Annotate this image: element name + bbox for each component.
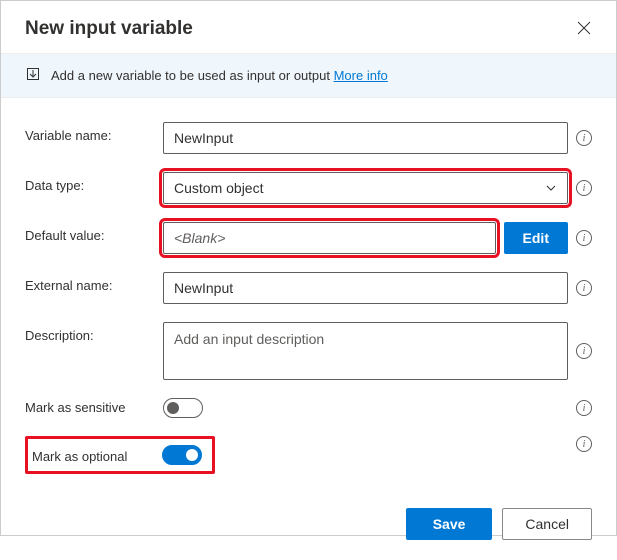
close-icon: [577, 21, 591, 38]
data-type-label: Data type:: [25, 172, 155, 193]
row-mark-sensitive: Mark as sensitive i: [25, 398, 592, 418]
data-type-select[interactable]: Custom object: [163, 172, 568, 204]
mark-sensitive-label: Mark as sensitive: [25, 398, 155, 415]
dialog-header: New input variable: [1, 1, 616, 53]
mark-sensitive-toggle[interactable]: [163, 398, 203, 418]
info-icon[interactable]: i: [576, 400, 592, 416]
row-data-type: Data type: Custom object i: [25, 172, 592, 204]
external-name-input[interactable]: [163, 272, 568, 304]
download-icon: [25, 66, 41, 85]
variable-name-label: Variable name:: [25, 122, 155, 143]
description-label: Description:: [25, 322, 155, 343]
row-variable-name: Variable name: i: [25, 122, 592, 154]
close-button[interactable]: [572, 17, 596, 41]
default-value-label: Default value:: [25, 222, 155, 243]
dialog-title: New input variable: [25, 18, 193, 40]
more-info-link[interactable]: More info: [334, 68, 388, 83]
save-button[interactable]: Save: [406, 508, 493, 540]
data-type-value: Custom object: [174, 180, 263, 196]
info-icon[interactable]: i: [576, 280, 592, 296]
info-bar: Add a new variable to be used as input o…: [1, 53, 616, 98]
row-default-value: Default value: Edit i: [25, 222, 592, 254]
form-body: Variable name: i Data type: Custom objec…: [1, 98, 616, 492]
row-mark-optional: Mark as optional i: [25, 436, 592, 474]
info-bar-message: Add a new variable to be used as input o…: [51, 68, 334, 83]
info-icon[interactable]: i: [576, 436, 592, 452]
row-external-name: External name: i: [25, 272, 592, 304]
mark-optional-highlight: Mark as optional: [25, 436, 215, 474]
info-icon[interactable]: i: [576, 230, 592, 246]
new-input-variable-dialog: New input variable Add a new variable to…: [0, 0, 617, 536]
dialog-footer: Save Cancel: [1, 492, 616, 560]
default-value-input[interactable]: [163, 222, 496, 254]
info-icon[interactable]: i: [576, 343, 592, 359]
row-description: Description: i: [25, 322, 592, 380]
external-name-label: External name:: [25, 272, 155, 293]
info-icon[interactable]: i: [576, 180, 592, 196]
edit-default-value-button[interactable]: Edit: [504, 222, 568, 254]
variable-name-input[interactable]: [163, 122, 568, 154]
mark-optional-toggle[interactable]: [162, 445, 202, 465]
info-icon[interactable]: i: [576, 130, 592, 146]
description-input[interactable]: [163, 322, 568, 380]
mark-optional-label: Mark as optional: [32, 447, 162, 464]
chevron-down-icon: [545, 182, 557, 194]
cancel-button[interactable]: Cancel: [502, 508, 592, 540]
info-bar-text: Add a new variable to be used as input o…: [51, 68, 388, 83]
